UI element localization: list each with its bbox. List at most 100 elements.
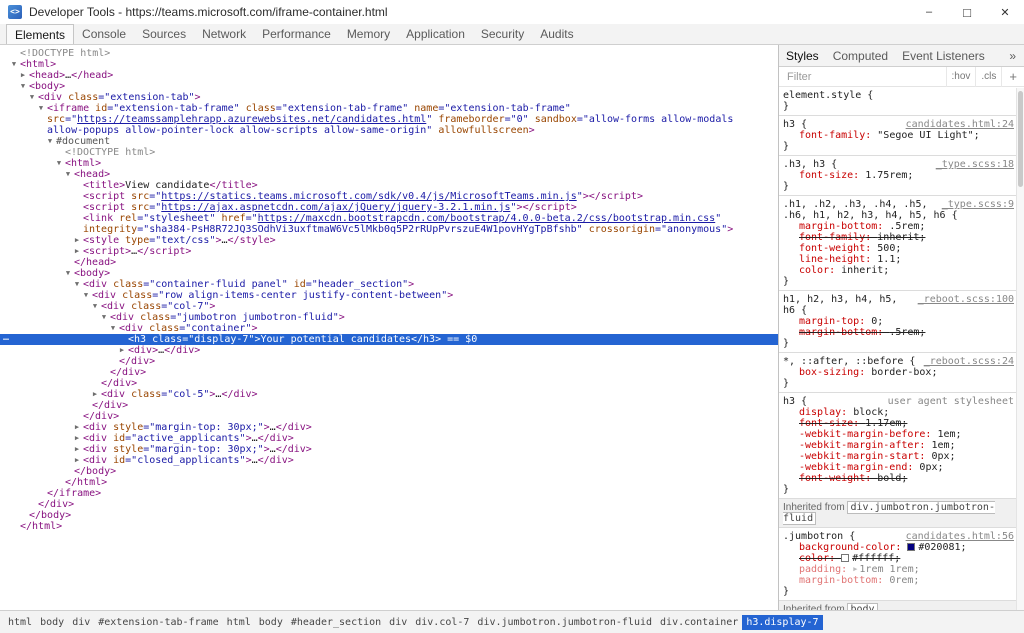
close-button[interactable]: ✕ <box>986 0 1024 24</box>
scrollbar-thumb[interactable] <box>1018 91 1023 187</box>
collapse-arrow-icon[interactable]: ▼ <box>98 312 110 323</box>
tab-network[interactable]: Network <box>194 24 254 44</box>
sidebar-tab-styles[interactable]: Styles <box>779 49 826 63</box>
dom-tree-line[interactable]: ▼<body> <box>0 81 778 92</box>
dom-tree-line[interactable]: ▼<head> <box>0 169 778 180</box>
stylesheet-source-link[interactable]: candidates.html:24 <box>906 119 1014 130</box>
breadcrumb-item[interactable]: body <box>36 615 68 630</box>
maximize-button[interactable]: □ <box>948 0 986 24</box>
expand-shorthand-icon[interactable]: ▶ <box>853 565 857 573</box>
toggle-element-state-button[interactable]: :hov <box>946 67 976 87</box>
breadcrumb-item[interactable]: body <box>255 615 287 630</box>
stylesheet-source-link[interactable]: _type.scss:9 <box>942 199 1014 210</box>
breadcrumb-item[interactable]: div.container <box>656 615 742 630</box>
styles-scrollbar[interactable] <box>1016 88 1024 610</box>
dom-tree-line[interactable]: <!DOCTYPE html> <box>0 48 778 59</box>
dom-tree-line[interactable]: ▶<style type="text/css">…</style> <box>0 235 778 246</box>
dom-tree-line[interactable]: </html> <box>0 521 778 532</box>
stylesheet-source-link[interactable]: candidates.html:56 <box>906 531 1014 542</box>
collapse-arrow-icon[interactable]: ▼ <box>35 103 47 114</box>
css-property[interactable]: font-family: inherit; <box>783 232 1014 243</box>
stylesheet-source-link[interactable]: _reboot.scss:24 <box>924 356 1014 367</box>
dom-tree-line[interactable]: <title>View candidate</title> <box>0 180 778 191</box>
dom-tree-line[interactable]: </div> <box>0 400 778 411</box>
dom-tree-line[interactable]: ▼<html> <box>0 59 778 70</box>
css-property[interactable]: display: block; <box>783 407 1014 418</box>
tab-memory[interactable]: Memory <box>339 24 398 44</box>
overflow-dots-icon[interactable]: … <box>3 332 10 343</box>
css-property[interactable]: font-size: 1.17em; <box>783 418 1014 429</box>
tab-application[interactable]: Application <box>398 24 473 44</box>
attribute-url-link[interactable]: https://statics.teams.microsoft.com/sdk/… <box>161 191 576 202</box>
dom-tree-line[interactable]: ▼<div class="jumbotron jumbotron-fluid"> <box>0 312 778 323</box>
css-property[interactable]: -webkit-margin-before: 1em; <box>783 429 1014 440</box>
expand-arrow-icon[interactable]: ▶ <box>71 246 83 257</box>
dom-tree-line[interactable]: ▼<div class="col-7"> <box>0 301 778 312</box>
breadcrumb-item[interactable]: div <box>385 615 411 630</box>
collapse-arrow-icon[interactable]: ▼ <box>17 81 29 92</box>
dom-tree-line[interactable]: ▼<div class="extension-tab"> <box>0 92 778 103</box>
breadcrumb-item[interactable]: #extension-tab-frame <box>94 615 222 630</box>
css-property[interactable]: padding: ▶1rem 1rem; <box>783 564 1014 575</box>
breadcrumb-item[interactable]: div.jumbotron.jumbotron-fluid <box>473 615 656 630</box>
dom-tree-line[interactable]: </html> <box>0 477 778 488</box>
element-classes-button[interactable]: .cls <box>975 67 1001 87</box>
dom-tree-line[interactable]: ▶<script>…</script> <box>0 246 778 257</box>
tab-security[interactable]: Security <box>473 24 532 44</box>
css-property[interactable]: -webkit-margin-end: 0px; <box>783 462 1014 473</box>
dom-tree-line[interactable]: ▶<div style="margin-top: 30px;">…</div> <box>0 444 778 455</box>
dom-tree-line[interactable]: ▼<div class="container-fluid panel" id="… <box>0 279 778 290</box>
inherited-target-link[interactable]: body <box>847 603 877 610</box>
expand-arrow-icon[interactable]: ▶ <box>71 444 83 455</box>
breadcrumb-item[interactable]: div.col-7 <box>411 615 473 630</box>
dom-tree-line[interactable]: </div> <box>0 378 778 389</box>
expand-arrow-icon[interactable]: ▶ <box>71 422 83 433</box>
css-property[interactable]: background-color: #020081; <box>783 542 1014 553</box>
dom-tree-line[interactable]: ▼<iframe id="extension-tab-frame" class=… <box>0 103 778 136</box>
collapse-arrow-icon[interactable]: ▼ <box>62 169 74 180</box>
dom-tree-line[interactable]: </iframe> <box>0 488 778 499</box>
dom-tree-line[interactable]: </body> <box>0 466 778 477</box>
css-property[interactable]: -webkit-margin-after: 1em; <box>783 440 1014 451</box>
color-swatch[interactable] <box>907 543 915 551</box>
tab-performance[interactable]: Performance <box>254 24 339 44</box>
css-property[interactable]: margin-bottom: .5rem; <box>783 327 1014 338</box>
expand-arrow-icon[interactable]: ▶ <box>71 455 83 466</box>
collapse-arrow-icon[interactable]: ▼ <box>89 301 101 312</box>
collapse-arrow-icon[interactable]: ▼ <box>8 59 20 70</box>
dom-tree-line[interactable]: </div> <box>0 367 778 378</box>
tab-sources[interactable]: Sources <box>134 24 194 44</box>
css-property[interactable]: font-family: "Segoe UI Light"; <box>783 130 1014 141</box>
dom-tree-line[interactable]: ▶<div id="active_applicants">…</div> <box>0 433 778 444</box>
dom-tree-line[interactable]: </body> <box>0 510 778 521</box>
expand-arrow-icon[interactable]: ▶ <box>116 345 128 356</box>
expand-arrow-icon[interactable]: ▶ <box>89 389 101 400</box>
dom-tree-line[interactable]: </div> <box>0 499 778 510</box>
css-property[interactable]: margin-bottom: 0rem; <box>783 575 1014 586</box>
collapse-arrow-icon[interactable]: ▼ <box>26 92 38 103</box>
collapse-arrow-icon[interactable]: ▼ <box>107 323 119 334</box>
breadcrumb-item[interactable]: h3.display-7 <box>742 615 822 630</box>
tab-console[interactable]: Console <box>74 24 134 44</box>
css-property[interactable]: line-height: 1.1; <box>783 254 1014 265</box>
dom-tree-line[interactable]: ▼<div class="container"> <box>0 323 778 334</box>
css-property[interactable]: font-weight: 500; <box>783 243 1014 254</box>
more-tabs-icon[interactable]: » <box>1001 49 1024 63</box>
sidebar-tab-event-listeners[interactable]: Event Listeners <box>895 49 992 63</box>
dom-tree-line[interactable]: ▼<div class="row align-items-center just… <box>0 290 778 301</box>
minimize-button[interactable]: – <box>910 0 948 24</box>
dom-tree-line[interactable]: </head> <box>0 257 778 268</box>
dom-tree-line[interactable]: <link rel="stylesheet" href="https://max… <box>0 213 778 235</box>
collapse-arrow-icon[interactable]: ▼ <box>44 136 56 147</box>
dom-tree-line[interactable]: ▶<div class="col-5">…</div> <box>0 389 778 400</box>
dom-tree-line[interactable]: </div> <box>0 411 778 422</box>
dom-tree-line[interactable]: ▼<body> <box>0 268 778 279</box>
css-property[interactable]: margin-bottom: .5rem; <box>783 221 1014 232</box>
breadcrumb-item[interactable]: html <box>4 615 36 630</box>
breadcrumb-item[interactable]: html <box>223 615 255 630</box>
css-property[interactable]: -webkit-margin-start: 0px; <box>783 451 1014 462</box>
css-property[interactable]: margin-top: 0; <box>783 316 1014 327</box>
expand-arrow-icon[interactable]: ▶ <box>71 235 83 246</box>
attribute-url-link[interactable]: https://maxcdn.bootstrapcdn.com/bootstra… <box>258 213 716 224</box>
attribute-url-link[interactable]: https://teamssamplehrapp.azurewebsites.n… <box>77 114 426 125</box>
